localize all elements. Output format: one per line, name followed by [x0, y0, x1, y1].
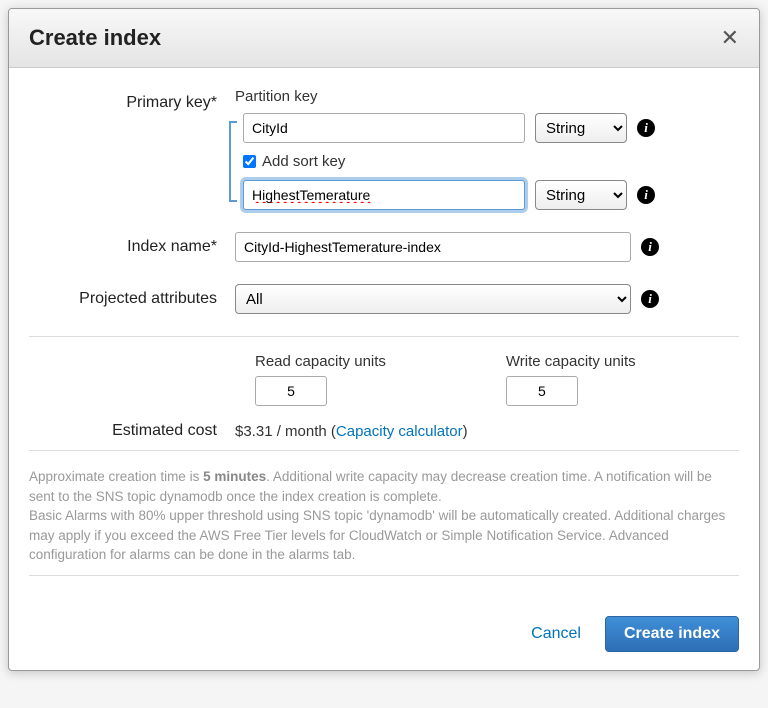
modal-header: Create index ✕ [9, 9, 759, 68]
sort-key-input[interactable] [243, 180, 525, 210]
modal-footer: Cancel Create index [9, 602, 759, 670]
modal-title: Create index [29, 25, 161, 51]
projected-attributes-row: Projected attributes All i [29, 284, 739, 324]
modal-body: Primary key* Partition key String i Add … [9, 68, 759, 602]
calc-paren-close: ) [463, 423, 468, 440]
partition-key-label: Partition key [235, 88, 739, 105]
divider [29, 336, 739, 337]
add-sort-key-checkbox[interactable] [243, 155, 256, 168]
read-capacity-input[interactable] [255, 376, 327, 406]
index-name-input[interactable] [235, 232, 631, 262]
projected-attributes-label: Projected attributes [29, 284, 235, 308]
estimated-cost-label: Estimated cost [29, 422, 235, 440]
capacity-calculator-link[interactable]: Capacity calculator [336, 423, 463, 440]
estimated-cost-value: $3.31 / month [235, 423, 327, 440]
write-capacity-input[interactable] [506, 376, 578, 406]
primary-key-row: Primary key* Partition key String i Add … [29, 88, 739, 220]
index-name-row: Index name* i [29, 232, 739, 272]
partition-key-input[interactable] [243, 113, 525, 143]
info-icon[interactable]: i [637, 119, 655, 137]
create-index-button[interactable]: Create index [605, 616, 739, 652]
info-icon[interactable]: i [641, 290, 659, 308]
info-icon[interactable]: i [641, 238, 659, 256]
index-name-label: Index name* [29, 232, 235, 256]
partition-type-select[interactable]: String [535, 113, 627, 143]
close-icon[interactable]: ✕ [721, 27, 739, 49]
read-capacity-label: Read capacity units [255, 353, 386, 370]
projected-attributes-select[interactable]: All [235, 284, 631, 314]
add-sort-key-label: Add sort key [262, 153, 345, 170]
capacity-row: Read capacity units Write capacity units [29, 353, 739, 406]
key-bracket: String i Add sort key String i [235, 113, 739, 210]
primary-key-label: Primary key* [29, 88, 235, 112]
write-capacity-label: Write capacity units [506, 353, 636, 370]
create-index-modal: Create index ✕ Primary key* Partition ke… [8, 8, 760, 671]
fine-print: Approximate creation time is 5 minutes. … [29, 467, 739, 565]
sort-type-select[interactable]: String [535, 180, 627, 210]
divider [29, 450, 739, 451]
info-icon[interactable]: i [637, 186, 655, 204]
divider [29, 575, 739, 576]
estimated-cost-row: Estimated cost $3.31 / month (Capacity c… [29, 422, 739, 440]
cancel-button[interactable]: Cancel [531, 625, 581, 643]
